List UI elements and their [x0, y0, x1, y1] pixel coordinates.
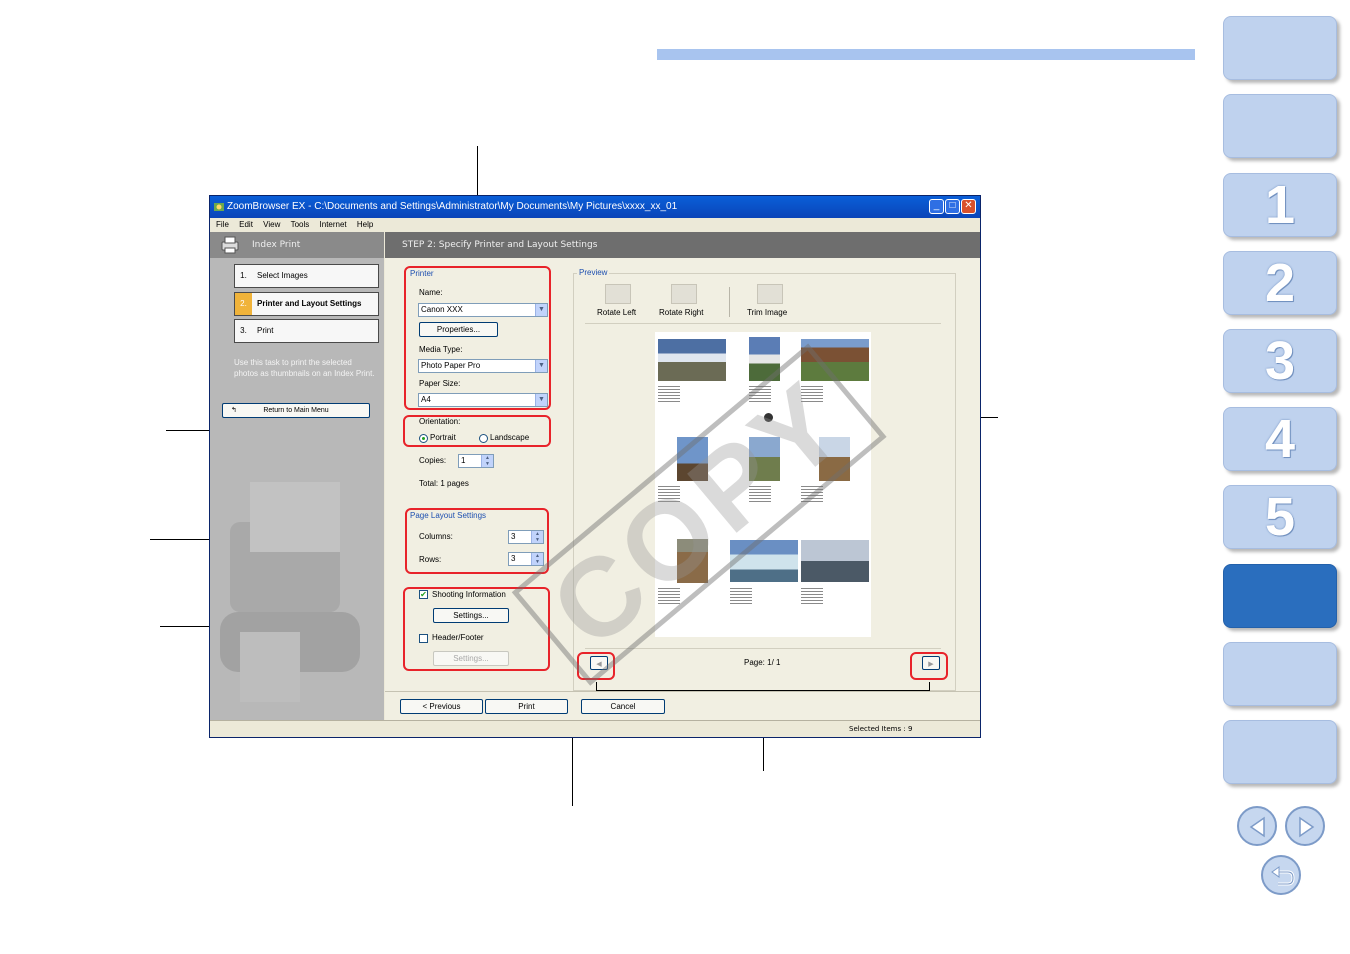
nav-tab-reference-active[interactable] — [1223, 564, 1337, 628]
return-icon — [1271, 866, 1295, 886]
next-page-button[interactable] — [1285, 806, 1325, 846]
menu-file[interactable]: File — [216, 220, 229, 229]
step-print[interactable]: 3. Print — [234, 319, 379, 343]
nav-tab-extra[interactable] — [1223, 720, 1337, 784]
step-label: Select Images — [257, 271, 308, 280]
callout-box-orientation — [403, 415, 551, 447]
nav-tab-label: 5 — [1264, 487, 1296, 547]
menu-view[interactable]: View — [263, 220, 280, 229]
previous-page-button[interactable] — [1237, 806, 1277, 846]
spinner-arrows-icon: ▲ ▼ — [481, 455, 493, 467]
callout-box-page-layout — [405, 508, 549, 574]
status-bar: Selected Items : 9 — [210, 720, 980, 737]
task-description: Use this task to print the selected phot… — [234, 358, 375, 378]
nav-tab-5[interactable]: 5 — [1223, 485, 1337, 549]
nav-tab-label: 3 — [1264, 331, 1296, 391]
close-button[interactable]: ✕ — [961, 199, 976, 214]
previous-button[interactable]: < Previous — [400, 699, 483, 714]
nav-tab-label: 1 — [1264, 175, 1296, 235]
section-header-bar — [657, 49, 1195, 60]
preview-thumbnail — [658, 339, 726, 381]
arrow-left-icon — [1249, 816, 1265, 838]
app-icon — [214, 203, 224, 211]
copies-value: 1 — [461, 456, 466, 465]
step-number: 3. — [240, 326, 247, 335]
return-arrow-icon: ↰ — [231, 407, 237, 414]
nav-tab-label: 4 — [1264, 409, 1296, 469]
copies-stepper[interactable]: 1 ▲ ▼ — [458, 454, 494, 468]
return-to-main-menu-label: Return to Main Menu — [263, 407, 329, 414]
window-titlebar: ZoomBrowser EX - C:\Documents and Settin… — [210, 196, 980, 218]
task-panel-header: Index Print — [210, 232, 384, 258]
step-select-images[interactable]: 1. Select Images — [234, 264, 379, 288]
arrow-right-icon — [1299, 816, 1315, 838]
trim-image-label[interactable]: Trim Image — [747, 308, 787, 317]
return-button[interactable] — [1261, 855, 1301, 895]
nav-tab-2[interactable]: 2 — [1223, 251, 1337, 315]
step-label: Printer and Layout Settings — [257, 299, 362, 308]
step-printer-layout-settings[interactable]: 2. Printer and Layout Settings — [234, 292, 379, 316]
step-number: 2. — [235, 293, 252, 315]
selected-items-count: Selected Items : 9 — [849, 725, 913, 733]
nav-tab-3[interactable]: 3 — [1223, 329, 1337, 393]
printer-icon — [221, 236, 239, 254]
rotate-right-icon[interactable] — [671, 284, 697, 304]
menu-internet[interactable]: Internet — [320, 220, 347, 229]
rotate-right-label[interactable]: Rotate Right — [659, 308, 703, 317]
print-button[interactable]: Print — [485, 699, 568, 714]
decorative-background-icon — [220, 482, 360, 702]
toolbar-divider — [585, 323, 941, 324]
nav-tab-index[interactable] — [1223, 642, 1337, 706]
menu-edit[interactable]: Edit — [239, 220, 253, 229]
copies-label: Copies: — [419, 456, 447, 465]
step-number: 1. — [240, 271, 247, 280]
cancel-button[interactable]: Cancel — [581, 699, 665, 714]
step-header: STEP 2: Specify Printer and Layout Setti… — [385, 232, 980, 258]
window-title: ZoomBrowser EX - C:\Documents and Settin… — [227, 201, 678, 212]
nav-tab-introduction[interactable] — [1223, 94, 1337, 158]
rotate-left-label[interactable]: Rotate Left — [597, 308, 636, 317]
callout-box-next-page — [910, 652, 948, 680]
preview-thumbnail — [801, 540, 869, 582]
shooting-info-caption — [730, 586, 752, 604]
nav-tab-4[interactable]: 4 — [1223, 407, 1337, 471]
menu-help[interactable]: Help — [357, 220, 373, 229]
footer-divider — [385, 691, 980, 692]
step-label: Print — [257, 326, 274, 335]
preview-page-indicator: Page: 1/ 1 — [744, 658, 781, 667]
shooting-info-caption — [801, 586, 823, 604]
step-header-title: STEP 2: Specify Printer and Layout Setti… — [402, 240, 598, 250]
total-pages-text: Total: 1 pages — [419, 479, 469, 488]
preview-group-label: Preview — [577, 268, 610, 277]
nav-tab-label: 2 — [1264, 253, 1296, 313]
shooting-info-caption — [658, 384, 680, 402]
task-panel-title: Index Print — [252, 240, 301, 250]
minimize-button[interactable]: _ — [929, 199, 944, 214]
rotate-left-icon[interactable] — [605, 284, 631, 304]
page-nav-divider — [585, 648, 941, 649]
nav-tab-contents[interactable] — [1223, 16, 1337, 80]
callout-bracket-page-nav — [596, 682, 930, 691]
menu-bar: File Edit View Tools Internet Help — [210, 218, 980, 232]
return-to-main-menu-button[interactable]: ↰ Return to Main Menu — [222, 403, 370, 418]
nav-tab-1[interactable]: 1 — [1223, 173, 1337, 237]
maximize-button[interactable]: □ — [945, 199, 960, 214]
trim-image-icon[interactable] — [757, 284, 783, 304]
toolbar-separator — [729, 287, 730, 317]
task-panel: Index Print 1. Select Images 2. Printer an… — [210, 232, 384, 720]
menu-tools[interactable]: Tools — [291, 220, 310, 229]
callout-box-printer — [404, 266, 551, 410]
